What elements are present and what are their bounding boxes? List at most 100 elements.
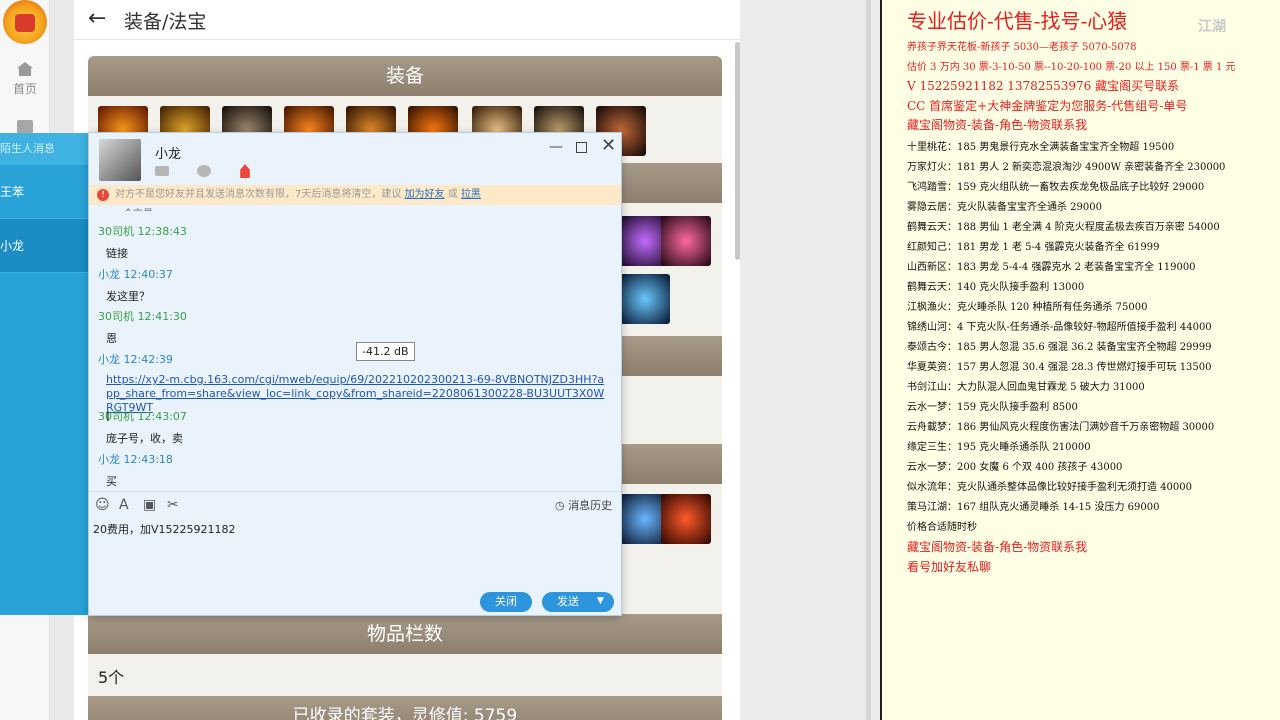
close-icon[interactable]: ✕ xyxy=(601,135,616,156)
alarm-icon[interactable] xyxy=(240,164,250,178)
doc-line: 锦绣山河：4 下克火队-任务通杀-品像较好-物超所值接手盈利 44000 xyxy=(907,322,1212,333)
doc-line: 书剑江山：大力队混人回血鬼甘霖龙 5 破大力 31000 xyxy=(907,382,1145,393)
arrow-left-icon[interactable]: ← xyxy=(88,6,106,31)
doc-line: 山西新区：183 男龙 5-4-4 强霹克水 2 老装备宝宝齐全 119000 xyxy=(907,262,1196,273)
notice-or: 或 xyxy=(447,189,458,200)
page-title: 装备/法宝 xyxy=(124,11,207,33)
doc-line: 策马江湖：167 组队克火通灵睡杀 14-15 没压力 69000 xyxy=(907,502,1160,513)
doc-line: 鹤舞云天：188 男仙 1 老全满 4 阶克火程度孟极去疾百万亲密 54000 xyxy=(907,222,1220,233)
message-input-value: 20费用，加V15225921182 xyxy=(93,523,236,536)
stranger-panel-title: 陌生人消息 xyxy=(0,133,90,165)
volume-tooltip: -41.2 dB xyxy=(356,342,415,361)
conversation-item-selected[interactable]: 小龙 xyxy=(0,219,90,273)
home-icon xyxy=(17,62,33,76)
message: 30司机 12:38:43 链接 xyxy=(98,223,187,261)
fabao-item[interactable] xyxy=(620,274,670,324)
minimize-icon[interactable]: — xyxy=(549,139,563,155)
editor-toolbar: ☺ A ▣ ✂ ◷ 消息历史 xyxy=(89,491,621,517)
cut-message: 一个交易 xyxy=(113,205,153,211)
background-gap xyxy=(740,0,880,720)
nav-list-icon[interactable] xyxy=(17,120,33,134)
emoji-icon[interactable]: ☺ xyxy=(95,497,110,513)
clock-icon: ◷ xyxy=(555,499,565,512)
conversation-item[interactable]: 王苯 xyxy=(0,165,90,219)
doc-line: 雾隐云居：克火队装备宝宝齐全通杀 29000 xyxy=(907,202,1102,213)
fabao-item[interactable] xyxy=(661,494,711,544)
doc-title: 专业估价-代售-找号-心猿 xyxy=(907,9,1128,33)
doc-line: 缘定三生：195 克火睡杀通杀队 210000 xyxy=(907,442,1091,453)
doc-margin-line xyxy=(880,0,882,720)
message-sender: 30司机 xyxy=(98,310,134,323)
message: 小龙 12:42:39 https://xy2-m.cbg.163.com/cg… xyxy=(98,351,606,415)
slots-value: 5个 xyxy=(98,668,125,687)
message-list[interactable]: 一个交易 30司机 12:38:43 链接 小龙 12:40:37 发这里？ 3… xyxy=(89,205,621,489)
section-equipment-header: 装备 xyxy=(88,56,722,96)
doc-line: 飞鸿踏雪：159 克火组队统一畜牧去疾龙免极品底子比较好 29000 xyxy=(907,182,1205,193)
message-sender: 小龙 xyxy=(98,353,120,366)
app-logo-icon[interactable] xyxy=(3,0,47,44)
nav-home-label: 首页 xyxy=(12,82,37,96)
doc-line: 十里桃花：185 男鬼景行克水全满装备宝宝齐全物超 19500 xyxy=(907,142,1175,153)
notice-text: 对方不是您好友并且发送消息次数有限，7天后消息将清空，建议 xyxy=(115,189,402,200)
message-text: 买 xyxy=(106,475,117,488)
font-icon[interactable]: A xyxy=(119,497,129,513)
page-scrollbar[interactable] xyxy=(735,42,740,260)
doc-scrollbar[interactable] xyxy=(866,0,871,720)
doc-line: 万家灯火：181 男人 2 新奕恋混浪淘沙 4900W 亲密装备齐全 23000… xyxy=(907,162,1226,173)
doc-red-line: V 15225921182 13782553976 藏宝阁买号联系 xyxy=(907,79,1180,93)
message-time: 12:38:43 xyxy=(137,225,187,238)
doc-red-line: 估价 3 万内 30 票-3-10-50 票--10-20-100 票-20 以… xyxy=(907,62,1236,73)
doc-line: 泰颂古今：185 男人忽混 35.6 强混 36.2 装备宝宝齐全物超 2999… xyxy=(907,342,1212,353)
message-input[interactable]: 20费用，加V15225921182 关闭 发送 ▼ xyxy=(89,517,621,615)
message-time: 12:43:18 xyxy=(123,453,173,466)
doc-red-line: 看号加好友私聊 xyxy=(907,560,992,574)
message-sender: 30司机 xyxy=(98,225,134,238)
doc-red-line: 藏宝阁物资-装备-角色-物资联系我 xyxy=(907,118,1088,132)
doc-red-line: 养孩子界天花板-新孩子 5030—老孩子 5070-5078 xyxy=(907,42,1137,53)
maximize-icon[interactable] xyxy=(576,142,587,153)
warning-icon: ! xyxy=(97,189,109,201)
message: 小龙 12:40:37 发这里？ xyxy=(98,266,173,304)
history-label: 消息历史 xyxy=(568,499,613,512)
block-link[interactable]: 拉黑 xyxy=(461,189,481,200)
message: 小龙 12:43:18 买 xyxy=(98,451,173,489)
image-icon[interactable]: ▣ xyxy=(143,497,156,513)
section-collected-header: 已收录的套装，灵修值: 5759 xyxy=(88,696,722,720)
doc-line: 鹤舞云天：140 克火队接手盈利 13000 xyxy=(907,282,1085,293)
doc-line: 云水一梦：200 女魔 6 个双 400 孩孩子 43000 xyxy=(907,462,1123,473)
screen: 首页 ← 装备/法宝 装备 物品栏数 5个 已收录的套装，灵修值: 5759 陌… xyxy=(0,0,1280,720)
avatar[interactable] xyxy=(99,139,141,181)
chat-titlebar: 小龙 — ✕ xyxy=(89,133,621,185)
message: 30司机 12:43:07 庞子号，收，卖 xyxy=(98,408,187,446)
message-time: 12:43:07 xyxy=(137,410,187,423)
page-header: ← 装备/法宝 xyxy=(74,0,740,40)
doc-line: 江枫渔火：克火睡杀队 120 种植所有任务通杀 75000 xyxy=(907,302,1148,313)
message-text: 恩 xyxy=(106,332,117,345)
message-time: 12:42:39 xyxy=(123,353,173,366)
message-time: 12:41:30 xyxy=(137,310,187,323)
folder-icon[interactable] xyxy=(155,166,169,176)
add-friend-link[interactable]: 加为好友 xyxy=(405,189,445,200)
history-button[interactable]: ◷ 消息历史 xyxy=(555,497,612,513)
watermark: 江湖 xyxy=(1198,19,1226,35)
message: 30司机 12:41:30 恩 xyxy=(98,308,187,346)
message-text: 发这里？ xyxy=(106,290,150,303)
contact-name: 小龙 xyxy=(155,147,182,162)
text-cursor-icon: I xyxy=(106,410,110,425)
stranger-message-panel: 陌生人消息 王苯 小龙 xyxy=(0,133,90,615)
close-button[interactable]: 关闭 xyxy=(480,592,532,612)
doc-line: 华夏英资：157 男人忽混 30.4 强混 28.3 传世燃灯接手可玩 1350… xyxy=(907,362,1212,373)
doc-red-line: CC 首席鉴定+大神金牌鉴定为您服务-代售组号-单号 xyxy=(907,99,1188,113)
scissors-icon[interactable]: ✂ xyxy=(167,497,179,513)
message-time: 12:40:37 xyxy=(123,268,173,281)
fabao-item[interactable] xyxy=(661,216,711,266)
doc-red-line: 藏宝阁物资-装备-角色-物资联系我 xyxy=(907,540,1088,554)
message-sender: 小龙 xyxy=(98,453,120,466)
chevron-down-icon[interactable]: ▼ xyxy=(597,596,604,606)
section-slots-header: 物品栏数 xyxy=(88,614,722,654)
user-icon[interactable] xyxy=(197,165,211,177)
nav-home[interactable]: 首页 xyxy=(0,62,50,97)
doc-line: 红颜知己：181 男龙 1 老 5-4 强霹克火装备齐全 61999 xyxy=(907,242,1160,253)
message-sender: 30司机 xyxy=(98,410,134,423)
chat-window: 小龙 — ✕ ! 对方不是您好友并且发送消息次数有限，7天后消息将清空，建议 加… xyxy=(88,132,622,616)
